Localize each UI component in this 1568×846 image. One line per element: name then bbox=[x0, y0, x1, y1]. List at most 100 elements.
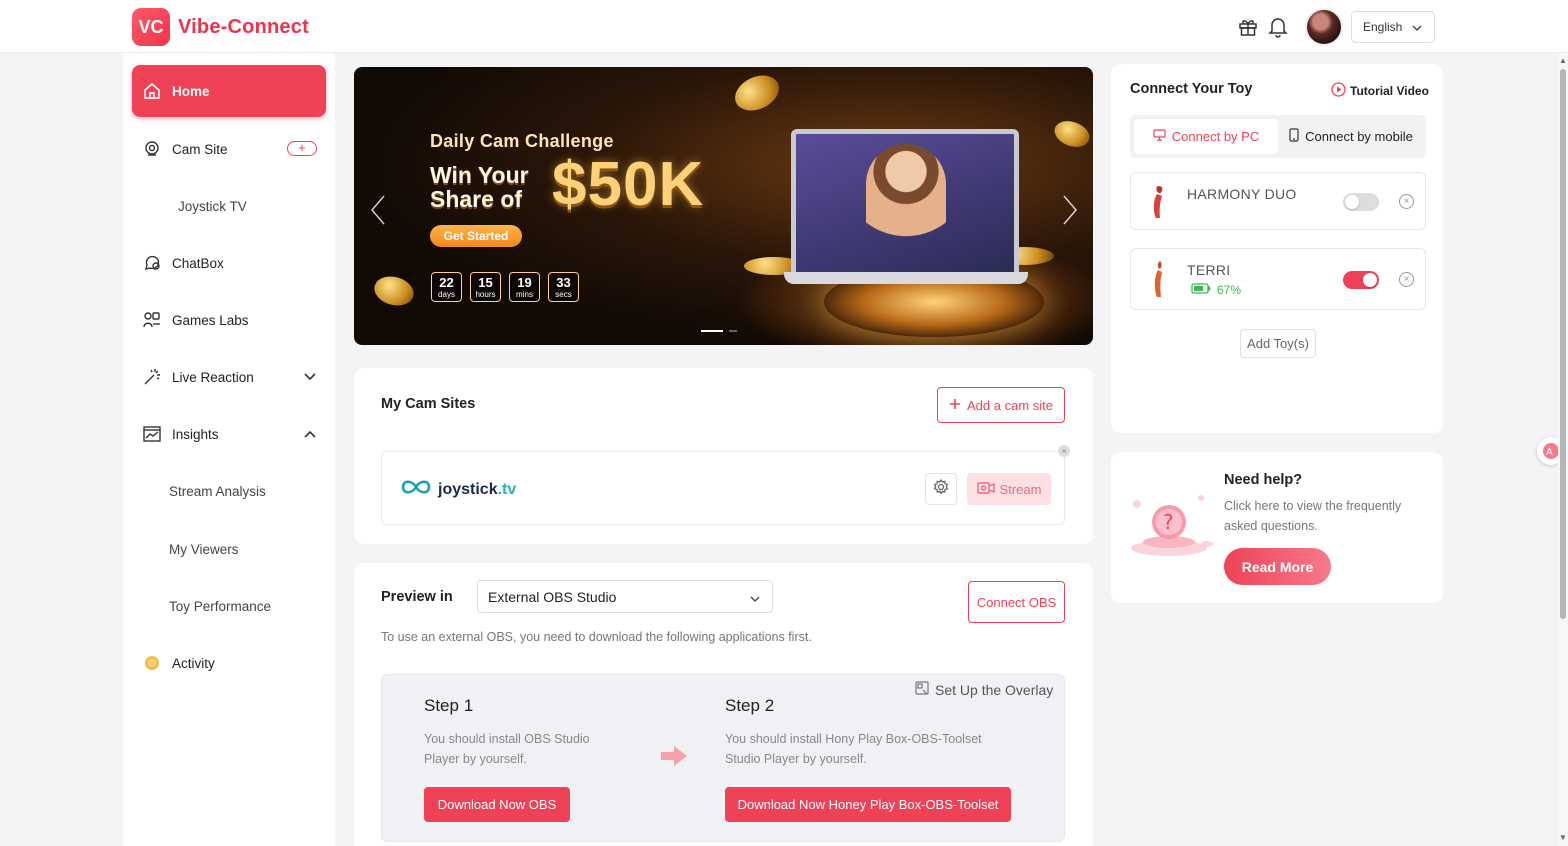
stream-button[interactable]: Stream bbox=[967, 473, 1051, 505]
need-help-text: Click here to view the frequently asked … bbox=[1224, 499, 1402, 533]
sidebar-item-label: Live Reaction bbox=[172, 369, 254, 385]
sidebar-item-activity[interactable]: Activity bbox=[132, 637, 326, 689]
toy-enable-toggle[interactable] bbox=[1343, 271, 1379, 289]
need-help-card: ? Need help? Click here to view the freq… bbox=[1111, 452, 1443, 603]
chat-icon bbox=[142, 253, 162, 273]
countdown-value: 33 bbox=[556, 275, 571, 290]
carousel-dot[interactable] bbox=[729, 330, 737, 332]
sidebar-item-label: My Viewers bbox=[169, 541, 239, 557]
countdown-unit: hours bbox=[475, 290, 496, 299]
carousel-dot-active[interactable] bbox=[701, 330, 723, 332]
add-toys-button[interactable]: Add Toy(s) bbox=[1240, 329, 1316, 358]
sidebar-item-my-viewers[interactable]: My Viewers bbox=[132, 523, 326, 575]
sidebar-item-insights[interactable]: Insights bbox=[132, 408, 326, 460]
tutorial-video-label: Tutorial Video bbox=[1350, 84, 1429, 98]
notification-bell-icon[interactable] bbox=[1268, 16, 1288, 43]
site-settings-button[interactable] bbox=[925, 473, 957, 505]
remove-toy-close-icon[interactable]: × bbox=[1399, 272, 1414, 287]
scroll-down-icon[interactable]: ▼ bbox=[1559, 833, 1567, 842]
chevron-down-icon bbox=[1412, 20, 1422, 34]
user-avatar[interactable] bbox=[1305, 8, 1343, 46]
tab-connect-by-mobile[interactable]: Connect by mobile bbox=[1280, 119, 1422, 154]
tab-label: Connect by PC bbox=[1171, 129, 1260, 144]
add-cam-site-button[interactable]: Add a cam site bbox=[937, 387, 1065, 423]
toggle-knob bbox=[1345, 195, 1359, 209]
overlay-link-label: Set Up the Overlay bbox=[935, 681, 1054, 698]
obs-note: To use an external OBS, you need to down… bbox=[381, 630, 812, 644]
app-logo[interactable]: VC Vibe-Connect bbox=[132, 8, 309, 46]
gear-icon bbox=[933, 478, 949, 500]
banner-next-arrow-icon[interactable] bbox=[1062, 195, 1078, 233]
step-2-text: You should install Hony Play Box-OBS-Too… bbox=[725, 732, 982, 766]
countdown-mins: 19 mins bbox=[509, 272, 540, 302]
download-toolset-button[interactable]: Download Now Honey Play Box-OBS-Toolset bbox=[725, 787, 1011, 822]
laptop-illustration bbox=[791, 129, 1019, 279]
sidebar-item-label: Joystick TV bbox=[178, 198, 247, 214]
download-obs-button[interactable]: Download Now OBS bbox=[424, 787, 570, 822]
preview-in-label: Preview in bbox=[381, 589, 453, 605]
toy-name: TERRI bbox=[1187, 262, 1231, 278]
countdown-hours: 15 hours bbox=[470, 272, 501, 302]
mobile-phone-icon bbox=[1289, 128, 1299, 145]
insights-icon bbox=[142, 424, 162, 444]
sidebar-item-chatbox[interactable]: ChatBox bbox=[132, 237, 326, 289]
banner-headline-line1: Win Your bbox=[430, 162, 529, 188]
site-tld: .tv bbox=[497, 480, 517, 498]
language-select[interactable]: English bbox=[1351, 11, 1435, 43]
faq-illustration: ? bbox=[1129, 492, 1215, 565]
connect-obs-button[interactable]: Connect OBS bbox=[968, 581, 1065, 623]
sidebar-item-label: ChatBox bbox=[172, 255, 224, 271]
step-1-text: You should install OBS Studio Player by … bbox=[424, 732, 590, 766]
countdown-unit: days bbox=[438, 290, 455, 299]
sidebar-item-label: Home bbox=[172, 83, 210, 99]
get-started-button[interactable]: Get Started bbox=[430, 225, 522, 247]
scrollbar-thumb[interactable] bbox=[1560, 69, 1566, 619]
tutorial-video-link[interactable]: Tutorial Video bbox=[1331, 82, 1429, 100]
add-cam-site-plus-icon[interactable]: + bbox=[287, 141, 317, 156]
sidebar-item-games-labs[interactable]: Games Labs bbox=[132, 294, 326, 346]
toggle-knob bbox=[1363, 273, 1377, 287]
tab-label: Connect by mobile bbox=[1305, 129, 1413, 144]
sidebar-item-live-reaction[interactable]: Live Reaction bbox=[132, 351, 326, 403]
add-cam-site-label: Add a cam site bbox=[967, 397, 1053, 413]
stream-label: Stream bbox=[999, 481, 1042, 497]
magic-wand-icon bbox=[142, 367, 162, 387]
plus-icon bbox=[949, 398, 961, 413]
sidebar-item-joystick-tv[interactable]: Joystick TV bbox=[132, 180, 326, 232]
chevron-down-icon[interactable] bbox=[304, 369, 316, 384]
coin-decoration bbox=[729, 68, 785, 118]
coin-decoration bbox=[1050, 116, 1093, 152]
toy-harmony-duo-icon bbox=[1151, 184, 1167, 225]
chevron-up-icon[interactable] bbox=[304, 426, 316, 441]
toy-name: HARMONY DUO bbox=[1187, 186, 1297, 202]
carousel-dots bbox=[701, 330, 737, 332]
tab-connect-by-pc[interactable]: Connect by PC bbox=[1134, 119, 1278, 154]
scroll-up-icon[interactable]: ▲ bbox=[1559, 56, 1567, 65]
promo-banner[interactable]: Daily Cam Challenge Win Your Share of $5… bbox=[354, 67, 1093, 345]
battery-percent: 67% bbox=[1217, 283, 1242, 297]
sidebar-item-cam-site[interactable]: Cam Site + bbox=[132, 123, 326, 175]
sidebar-item-label: Toy Performance bbox=[169, 598, 272, 614]
sidebar-item-toy-performance[interactable]: Toy Performance bbox=[132, 580, 326, 632]
banner-amount: $50K bbox=[552, 150, 705, 219]
toy-enable-toggle[interactable] bbox=[1343, 193, 1379, 211]
sidebar-item-home[interactable]: Home bbox=[132, 65, 326, 117]
remove-toy-close-icon[interactable]: × bbox=[1399, 194, 1414, 209]
read-more-button[interactable]: Read More bbox=[1224, 548, 1331, 585]
video-camera-icon bbox=[976, 481, 995, 497]
monitor-icon bbox=[1153, 129, 1166, 144]
remove-site-close-icon[interactable]: × bbox=[1058, 445, 1070, 457]
banner-prev-arrow-icon[interactable] bbox=[370, 195, 386, 233]
page-scrollbar[interactable]: ▲ ▼ bbox=[1558, 53, 1568, 846]
chevron-down-icon bbox=[750, 589, 760, 605]
performer-image bbox=[866, 144, 946, 254]
gift-icon[interactable] bbox=[1238, 17, 1258, 42]
obs-steps-panel: Set Up the Overlay Step 1 You should ins… bbox=[381, 674, 1065, 842]
sidebar-item-stream-analysis[interactable]: Stream Analysis bbox=[132, 465, 326, 517]
battery-icon bbox=[1191, 283, 1211, 297]
home-icon bbox=[142, 81, 162, 101]
toy-battery: 67% bbox=[1191, 283, 1241, 297]
preview-target-select[interactable]: External OBS Studio bbox=[477, 580, 773, 613]
set-up-overlay-link[interactable]: Set Up the Overlay bbox=[915, 681, 1053, 698]
my-cam-sites-title: My Cam Sites bbox=[381, 396, 476, 412]
